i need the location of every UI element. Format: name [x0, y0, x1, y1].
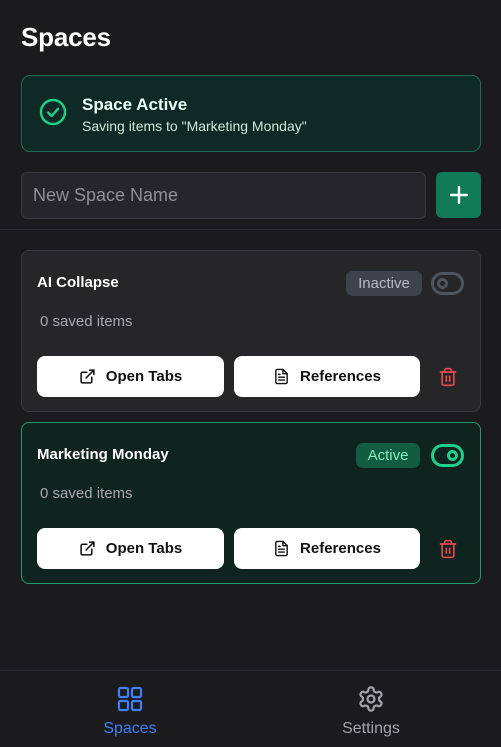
banner-subtitle: Saving items to "Marketing Monday"	[82, 118, 307, 134]
status-badge: Inactive	[346, 271, 422, 296]
open-tabs-label: Open Tabs	[105, 540, 183, 557]
references-button[interactable]: References	[234, 356, 420, 397]
space-toggle[interactable]	[431, 272, 464, 295]
add-space-button[interactable]	[436, 172, 481, 218]
open-tabs-button[interactable]: Open Tabs	[37, 356, 224, 397]
space-name: Marketing Monday	[37, 446, 169, 463]
nav-item-spaces[interactable]: Spaces	[5, 671, 255, 747]
external-link-icon	[80, 541, 95, 556]
gear-icon	[359, 686, 383, 712]
nav-item-settings[interactable]: Settings	[246, 671, 496, 747]
new-space-name-input[interactable]	[21, 172, 426, 219]
document-icon	[275, 368, 288, 385]
grid-icon	[117, 686, 143, 712]
open-tabs-label: Open Tabs	[105, 368, 183, 385]
saved-items-count: 0 saved items	[40, 313, 133, 330]
space-card: Marketing Monday Active 0 saved items Op…	[21, 422, 481, 584]
nav-label-spaces: Spaces	[103, 720, 157, 737]
document-icon	[275, 540, 288, 557]
divider	[0, 229, 501, 230]
active-space-banner: Space Active Saving items to "Marketing …	[21, 75, 481, 152]
nav-label-settings: Settings	[342, 720, 400, 737]
toggle-knob	[437, 278, 448, 289]
trash-icon[interactable]	[438, 539, 458, 559]
toggle-knob	[447, 450, 458, 461]
plus-icon	[449, 185, 468, 205]
space-name: AI Collapse	[37, 274, 119, 291]
status-badge: Active	[356, 443, 420, 468]
saved-items-count: 0 saved items	[40, 485, 133, 502]
space-toggle[interactable]	[431, 444, 464, 467]
trash-icon[interactable]	[438, 367, 458, 387]
bottom-nav: Spaces Settings	[0, 670, 501, 747]
external-link-icon	[80, 369, 95, 384]
open-tabs-button[interactable]: Open Tabs	[37, 528, 224, 569]
references-label: References	[300, 540, 381, 557]
references-label: References	[300, 368, 381, 385]
banner-title: Space Active	[82, 95, 188, 114]
page-title: Spaces	[21, 22, 111, 52]
check-circle-icon	[39, 98, 67, 126]
space-card: AI Collapse Inactive 0 saved items Open …	[21, 250, 481, 412]
references-button[interactable]: References	[234, 528, 420, 569]
